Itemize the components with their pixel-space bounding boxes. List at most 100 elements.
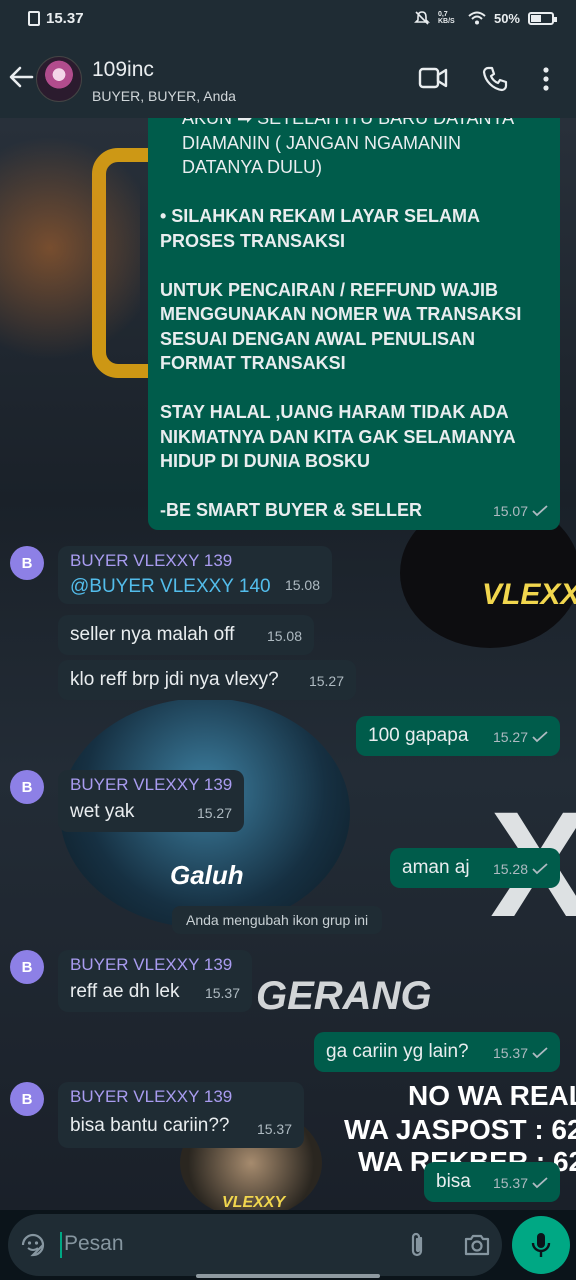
message-text: klo reff brp jdi nya vlexy? — [70, 669, 279, 690]
message-line: HIDUP DI DUNIA BOSKU — [160, 451, 371, 471]
group-name[interactable]: 109inc — [92, 58, 154, 82]
battery-icon — [528, 11, 557, 25]
message-line — [160, 376, 550, 401]
message-meta: 15.27 — [309, 669, 344, 693]
status-icons: 0,7 KB/S 50% — [414, 10, 557, 26]
message-line: NIKMATNYA DAN KITA GAK SELAMANYA — [160, 426, 516, 447]
video-call-icon[interactable] — [418, 66, 448, 90]
message-line: STAY HALAL ,UANG HARAM TIDAK ADA — [160, 402, 509, 422]
message-line: FORMAT TRANSAKSI — [160, 353, 346, 373]
message-text: aman aj — [402, 857, 470, 878]
sent-check-icon — [532, 863, 548, 875]
message-mention[interactable]: @BUYER VLEXXY 140 — [70, 575, 271, 599]
message-time: 15.27 — [308, 673, 344, 689]
message-time: 15.37 — [492, 1045, 528, 1061]
sender-name[interactable]: BUYER VLEXXY 139 — [70, 1086, 232, 1108]
group-members[interactable]: BUYER, BUYER, Anda — [92, 88, 236, 104]
message-bubble-incoming[interactable]: BUYER VLEXXY 139 wet yak 15.27 — [58, 770, 244, 832]
message-input-bar: Pesan — [8, 1214, 502, 1276]
message-line: MENGGUNAKAN NOMER WA TRANSAKSI — [160, 304, 522, 324]
message-bubble-outgoing[interactable]: 100 gapapa 15.27 — [356, 716, 560, 756]
message-text: AKUN ➡ SETELAH ITU BARU DATANYA DIAMANIN … — [160, 118, 550, 523]
sender-avatar[interactable]: B — [10, 546, 44, 580]
message-meta: 15.37 — [493, 1171, 548, 1195]
sender-name[interactable]: BUYER VLEXXY 139 — [70, 954, 232, 976]
message-text: bisa bantu cariin?? — [70, 1115, 230, 1136]
message-line: DIAMANIN ( JANGAN NGAMANIN — [182, 132, 462, 153]
group-avatar[interactable] — [36, 56, 82, 102]
message-line: DATANYA DULU) — [182, 157, 323, 177]
message-meta: 15.07 — [493, 499, 548, 523]
message-bubble-outgoing[interactable]: AKUN ➡ SETELAH ITU BARU DATANYA DIAMANIN … — [148, 118, 560, 530]
battery-percent: 50% — [493, 10, 520, 26]
status-bar: 15.37 0,7 KB/S 50% — [0, 0, 576, 38]
wallpaper-jaspost: WA JASPOST : 628 — [344, 1114, 576, 1145]
message-text: ga cariin yg lain? — [326, 1041, 469, 1062]
message-meta: 15.08 — [285, 573, 320, 597]
message-text: 100 gapapa — [368, 725, 469, 746]
message-time: 15.07 — [492, 503, 528, 519]
message-bubble-incoming[interactable]: seller nya malah off 15.08 — [58, 615, 314, 655]
network-speed: 0,7 KB/S — [437, 11, 455, 25]
message-time: 15.28 — [492, 861, 528, 877]
message-line — [160, 253, 550, 278]
sender-avatar[interactable]: B — [10, 1082, 44, 1116]
message-line: • SILAHKAN REKAM LAYAR SELAMA — [160, 206, 480, 226]
chat-header: 109inc BUYER, BUYER, Anda — [0, 38, 576, 118]
message-time: 15.08 — [266, 628, 302, 644]
message-text: bisa — [436, 1171, 471, 1192]
system-message: Anda mengubah ikon grup ini — [172, 906, 383, 934]
wallpaper-logo-text: VLEXX — [482, 578, 576, 611]
message-meta: 15.27 — [197, 801, 232, 825]
status-time: 15.37 — [46, 10, 84, 27]
wallpaper-galuh-text: Galuh — [170, 860, 244, 890]
attach-paperclip-icon[interactable] — [406, 1231, 428, 1259]
sticker-emoji-icon[interactable] — [20, 1232, 46, 1258]
message-bubble-incoming[interactable]: BUYER VLEXXY 139 @BUYER VLEXXY 140 15.08 — [58, 546, 332, 604]
message-meta: 15.08 — [267, 624, 302, 648]
document-icon — [28, 11, 40, 26]
message-bubble-outgoing[interactable]: bisa 15.37 — [424, 1162, 560, 1202]
message-time: 15.37 — [492, 1175, 528, 1191]
message-line — [160, 474, 550, 499]
message-bubble-outgoing[interactable]: ga cariin yg lain? 15.37 — [314, 1032, 560, 1072]
sent-check-icon — [532, 1047, 548, 1059]
message-line: UNTUK PENCAIRAN / REFFUND WAJIB — [160, 279, 499, 300]
wifi-icon — [468, 11, 486, 25]
message-input[interactable]: Pesan — [64, 1232, 124, 1256]
back-arrow-icon[interactable] — [8, 64, 34, 90]
message-meta: 15.27 — [493, 725, 548, 749]
sender-avatar[interactable]: B — [10, 770, 44, 804]
message-meta: 15.37 — [493, 1041, 548, 1065]
message-meta: 15.37 — [205, 981, 240, 1005]
message-time: 15.08 — [284, 577, 320, 593]
message-time: 15.37 — [204, 985, 240, 1001]
message-meta: 15.28 — [493, 857, 548, 881]
sent-check-icon — [532, 1177, 548, 1189]
microphone-icon — [531, 1233, 551, 1257]
sender-name[interactable]: BUYER VLEXXY 139 — [70, 774, 232, 796]
message-text: reff ae dh lek — [70, 981, 180, 1002]
voice-record-button[interactable] — [512, 1216, 570, 1274]
camera-icon[interactable] — [463, 1233, 491, 1257]
message-bubble-incoming[interactable]: BUYER VLEXXY 139 reff ae dh lek 15.37 — [58, 950, 252, 1012]
wallpaper-vlexxy-text: VLEXXY — [222, 1194, 286, 1210]
message-line — [160, 180, 550, 205]
sender-avatar[interactable]: B — [10, 950, 44, 984]
more-options-icon[interactable] — [542, 66, 550, 92]
message-meta: 15.37 — [257, 1117, 292, 1141]
phone-call-icon[interactable] — [482, 66, 508, 92]
message-line: PROSES TRANSAKSI — [160, 230, 346, 251]
wallpaper-no-wa: NO WA REAL — [408, 1080, 576, 1111]
sender-name[interactable]: BUYER VLEXXY 139 — [70, 550, 232, 572]
message-bubble-outgoing[interactable]: aman aj 15.28 — [390, 848, 560, 888]
message-bubble-incoming[interactable]: BUYER VLEXXY 139 bisa bantu cariin?? 15.… — [58, 1082, 304, 1148]
message-bubble-incoming[interactable]: klo reff brp jdi nya vlexy? 15.27 — [58, 660, 356, 700]
message-time: 15.37 — [256, 1121, 292, 1137]
message-time: 15.27 — [196, 805, 232, 821]
chat-area[interactable]: VLEXX Galuh X GERANG NO WA REAL WA JASPO… — [0, 118, 576, 1210]
message-text: seller nya malah off — [70, 624, 235, 645]
wallpaper-gerang-text: GERANG — [256, 974, 432, 1018]
wallpaper-orange-glow — [0, 118, 140, 378]
message-text: wet yak — [70, 801, 135, 822]
